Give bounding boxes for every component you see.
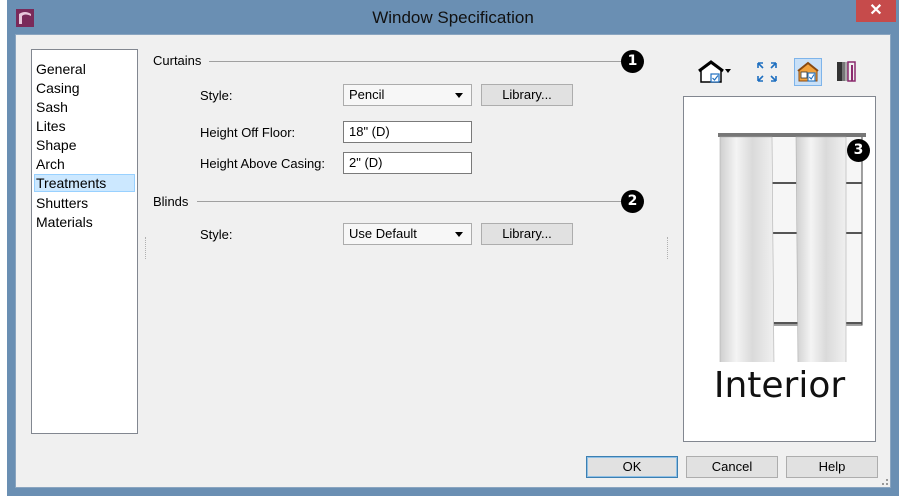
curtain-style-value: Pencil <box>349 87 385 102</box>
nav-item-casing[interactable]: Casing <box>34 79 135 97</box>
chevron-down-icon <box>455 93 463 98</box>
blinds-group-label: Blinds <box>153 194 189 209</box>
nav-item-lites[interactable]: Lites <box>34 117 135 135</box>
cancel-button[interactable]: Cancel <box>686 456 778 478</box>
blinds-library-button[interactable]: Library... <box>481 223 573 245</box>
height-above-casing-label: Height Above Casing: <box>200 156 326 171</box>
blinds-style-select[interactable]: Use Default <box>343 223 472 245</box>
left-splitter-handle[interactable] <box>145 237 146 259</box>
nav-item-materials[interactable]: Materials <box>34 213 135 231</box>
fit-to-window-icon <box>757 62 777 82</box>
nav-item-arch[interactable]: Arch <box>34 155 135 173</box>
nav-item-shutters[interactable]: Shutters <box>34 194 135 212</box>
nav-item-treatments[interactable]: Treatments <box>34 174 135 192</box>
height-above-casing-field[interactable]: 2" (D) <box>343 152 472 174</box>
dialog-window: Window Specification ✕ General Casing Sa… <box>7 0 899 496</box>
window-title: Window Specification <box>372 8 534 27</box>
curtain-style-label: Style: <box>200 88 233 103</box>
nav-item-sash[interactable]: Sash <box>34 98 135 116</box>
preview-pane[interactable]: 3 Interior <box>683 96 876 442</box>
callout-1-badge: 1 <box>621 50 644 73</box>
blinds-style-label: Style: <box>200 227 233 242</box>
camera-view-button[interactable] <box>697 58 733 86</box>
color-preview-icon <box>797 61 819 82</box>
curtains-divider <box>209 61 621 62</box>
chevron-down-icon <box>455 232 463 237</box>
title-bar[interactable]: Window Specification ✕ <box>7 0 899 34</box>
close-button[interactable]: ✕ <box>856 0 896 22</box>
height-off-floor-label: Height Off Floor: <box>200 125 296 140</box>
curtain-library-button[interactable]: Library... <box>481 84 573 106</box>
material-view-button[interactable] <box>832 58 860 86</box>
nav-item-shape[interactable]: Shape <box>34 136 135 154</box>
curtain-style-select[interactable]: Pencil <box>343 84 472 106</box>
dialog-body: General Casing Sash Lites Shape Arch Tre… <box>15 34 891 488</box>
ok-button[interactable]: OK <box>586 456 678 478</box>
callout-3-badge: 3 <box>847 139 870 162</box>
resize-grip-icon[interactable] <box>878 475 888 485</box>
right-splitter-handle[interactable] <box>667 237 668 259</box>
blinds-divider <box>197 201 621 202</box>
color-preview-button[interactable] <box>794 58 822 86</box>
fit-to-window-button[interactable] <box>753 58 781 86</box>
category-list[interactable]: General Casing Sash Lites Shape Arch Tre… <box>31 49 138 434</box>
curtain-preview-image <box>718 133 866 362</box>
blinds-style-value: Use Default <box>349 226 417 241</box>
height-off-floor-field[interactable]: 18" (D) <box>343 121 472 143</box>
nav-item-general[interactable]: General <box>34 60 135 78</box>
camera-view-icon <box>698 60 731 83</box>
help-button[interactable]: Help <box>786 456 878 478</box>
callout-2-badge: 2 <box>621 190 644 213</box>
preview-caption: Interior <box>713 365 846 406</box>
curtains-group-label: Curtains <box>153 53 202 68</box>
material-view-icon <box>837 61 856 82</box>
